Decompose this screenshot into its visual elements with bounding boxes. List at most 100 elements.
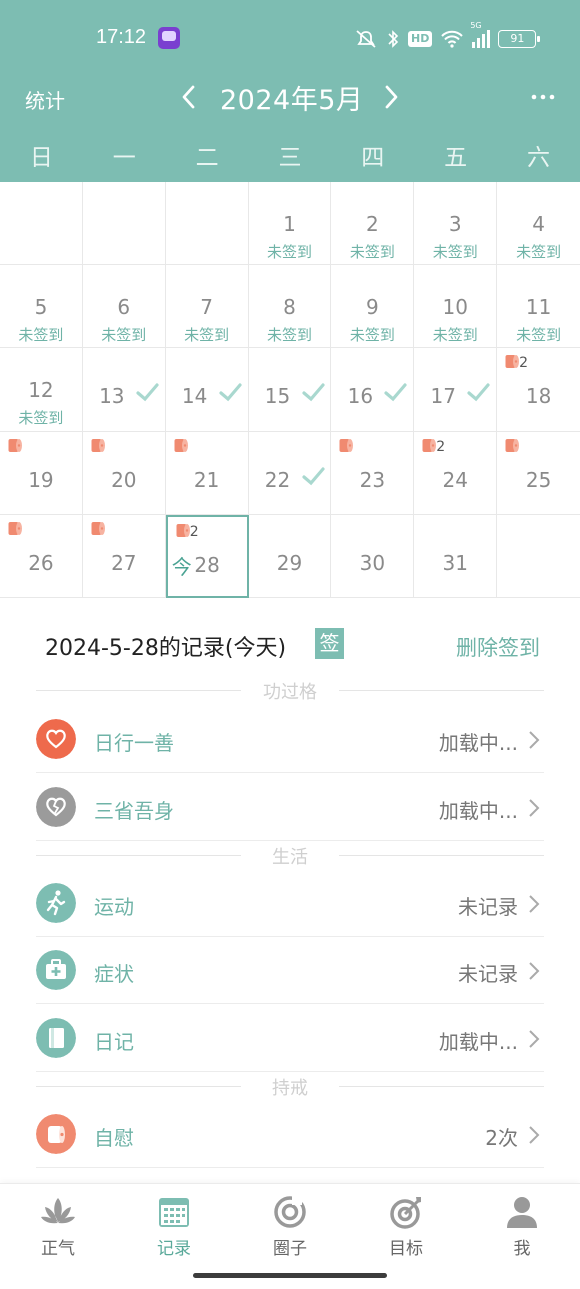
unsigned-label: 未签到 [184,326,230,345]
record-value: 未记录 [458,962,518,986]
record-label: 三省吾身 [94,799,174,823]
chevron-right-icon [529,895,540,913]
record-row-abstain[interactable]: 自慰 2次 [36,1101,544,1168]
record-row-symptom[interactable]: 症状 未记录 [36,937,544,1004]
record-value: 加载中... [438,731,518,755]
day-number: 27 [111,550,137,575]
calendar-day-cell[interactable]: 22 [248,431,332,515]
calendar-empty-cell [497,515,580,598]
calendar-day-cell[interactable]: 10 未签到 [414,265,498,349]
record-row-good-deed[interactable]: 日行一善 加载中... [36,706,544,773]
calendar-day-cell[interactable]: 17 [414,348,498,432]
calendar-day-cell[interactable]: 5 未签到 [0,265,83,349]
calendar-day-cell[interactable]: 4 未签到 [497,182,580,266]
home-indicator [193,1273,387,1278]
record-label: 日行一善 [94,731,174,755]
weekday-label: 日 [29,145,53,171]
day-number: 19 [28,467,54,492]
day-number: 12 [28,378,54,403]
cell-signal-icon: 5G [470,21,491,48]
tab-record[interactable]: 记录 [134,1194,214,1264]
calendar-day-cell[interactable]: 6 未签到 [82,265,166,349]
tissue-roll-icon [176,523,190,537]
calendar-day-cell[interactable]: 28 2 今 [165,514,249,598]
day-number: 1 [283,212,296,236]
calendar-day-cell[interactable]: 3 未签到 [414,182,498,266]
header-background: 17:12 HD 5G 91 统计 2024年5月 日 一 二 三 四 五 六 [0,0,580,182]
tab-me[interactable]: 我 [482,1194,562,1264]
calendar-day-cell[interactable]: 26 [0,514,83,598]
calendar-day-cell[interactable]: 29 [248,514,332,598]
more-icon[interactable] [528,82,558,112]
chevron-right-icon [529,1126,540,1144]
section-title: 生活 [272,847,308,868]
calendar-day-cell[interactable]: 20 [82,431,166,515]
day-number: 2 [366,212,379,236]
tissue-roll-icon [174,438,188,452]
calendar-day-cell[interactable]: 18 2 [497,348,580,432]
mute-icon [356,30,376,48]
day-number: 4 [532,212,545,236]
wifi-icon [441,30,464,48]
day-number: 23 [359,467,386,492]
tab-label: 圈子 [273,1239,307,1259]
tab-zhengqi[interactable]: 正气 [18,1194,98,1264]
running-icon [36,883,76,923]
tissue-roll-icon [8,521,22,535]
calendar-day-cell[interactable]: 8 未签到 [248,265,332,349]
record-label: 运动 [94,895,134,919]
day-number: 7 [200,295,214,320]
unsigned-label: 未签到 [432,326,478,345]
bluetooth-icon [388,30,399,48]
calendar-day-cell[interactable]: 27 [82,514,166,598]
weekday-row: 日 一 二 三 四 五 六 [0,134,580,182]
prev-month-icon[interactable] [176,80,202,114]
calendar-day-cell[interactable]: 9 未签到 [331,265,415,349]
target-icon [390,1197,421,1229]
record-row-diary[interactable]: 日记 加载中... [36,1005,544,1072]
weekday-label: 四 [361,145,385,171]
unsigned-label: 未签到 [267,326,313,345]
unsigned-label: 未签到 [432,243,478,261]
calendar-day-cell[interactable]: 11 未签到 [497,265,580,349]
calendar-day-cell[interactable]: 7 未签到 [165,265,249,349]
calendar-day-cell[interactable]: 30 [331,514,415,598]
day-number: 3 [448,212,462,236]
calendar-day-cell[interactable]: 1 未签到 [248,182,332,266]
status-icons: HD 5G 91 [354,21,541,50]
tissue-roll-icon [91,521,105,535]
calendar-day-cell[interactable]: 23 [331,431,415,515]
calendar-empty-cell [0,182,83,266]
unsigned-label: 未签到 [101,326,147,345]
day-number: 26 [28,550,54,575]
section-header: 生活 [36,845,544,868]
calendar-day-cell[interactable]: 2 未签到 [331,182,415,266]
user-icon [507,1197,537,1228]
record-value: 加载中... [438,799,518,823]
unsigned-label: 未签到 [18,326,64,345]
day-number: 5 [34,295,48,320]
calendar-day-cell[interactable]: 19 [0,431,83,515]
record-row-self-reflect[interactable]: 三省吾身 加载中... [36,774,544,841]
calendar-icon [159,1198,189,1227]
day-number: 21 [193,467,220,492]
calendar-day-cell[interactable]: 31 [414,514,498,598]
next-month-icon[interactable] [378,80,404,114]
notebook-icon [36,1018,76,1058]
unsigned-label: 未签到 [516,326,562,345]
tab-circle[interactable]: 圈子 [250,1194,330,1264]
chevron-right-icon [529,731,540,749]
calendar-day-cell[interactable]: 25 [497,432,580,515]
delete-sign-button[interactable]: 删除签到 [456,632,540,662]
unsigned-label: 未签到 [516,243,562,261]
tab-goal[interactable]: 目标 [366,1194,446,1264]
tissue-roll-icon [505,355,520,369]
record-value: 加载中... [438,1030,518,1054]
tissue-roll-icon [8,438,22,452]
network-type-label: 5G [470,21,482,30]
record-row-exercise[interactable]: 运动 未记录 [36,870,544,937]
calendar-day-cell[interactable]: 24 2 [414,431,498,515]
stats-button[interactable]: 统计 [25,85,65,114]
day-number: 20 [111,467,137,492]
calendar-header: 统计 2024年5月 [0,76,580,128]
